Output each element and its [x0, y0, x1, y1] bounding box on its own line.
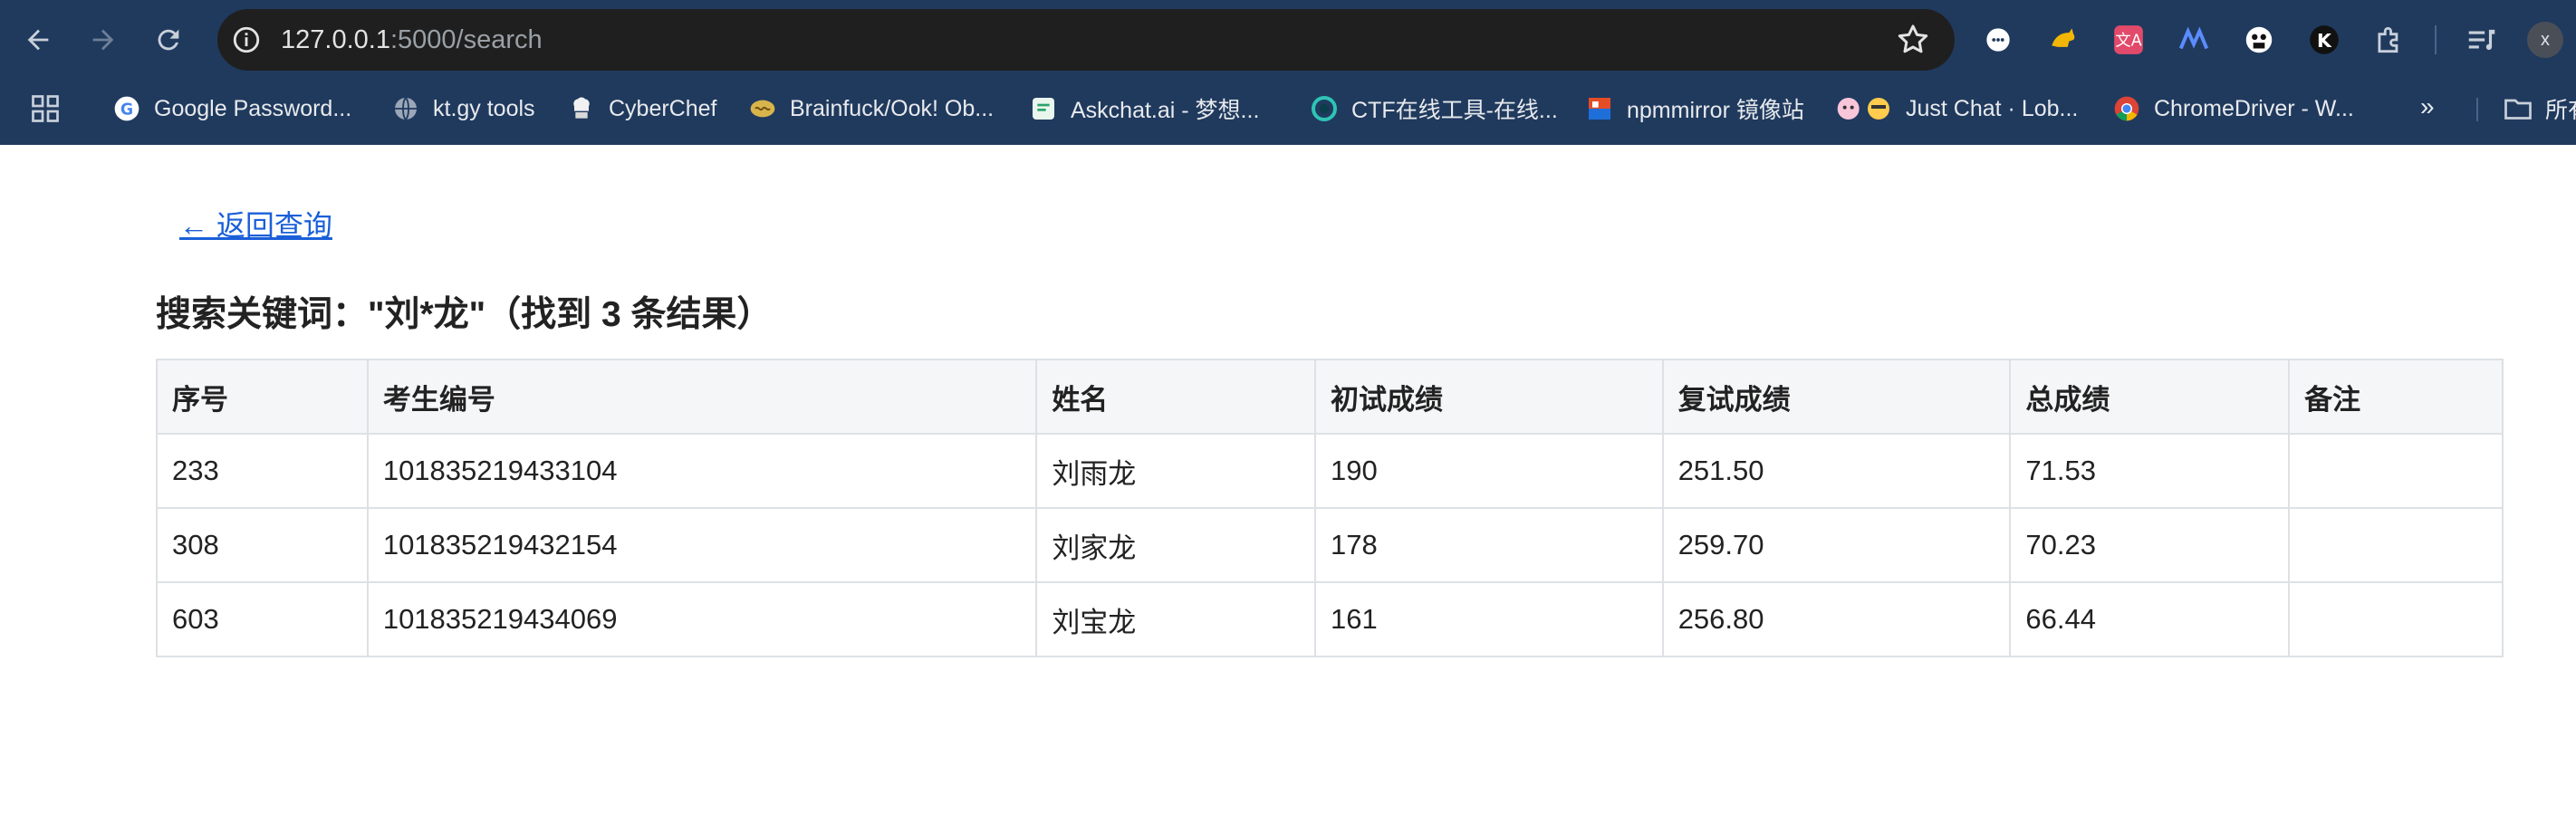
- svg-text:K: K: [2317, 30, 2332, 52]
- bookmark-label: Askchat.ai - 梦想...: [1071, 98, 1260, 123]
- cell-name: 刘家龙: [1035, 507, 1317, 583]
- folder-icon: [2502, 92, 2534, 125]
- cell-retest-score: 256.80: [1661, 581, 2012, 657]
- header-retest-score: 复试成绩: [1661, 359, 2012, 435]
- browser-toolbar: 127.0.0.1:5000/search 文A K x: [0, 0, 2576, 80]
- cell-prelim-score: 178: [1314, 507, 1664, 583]
- header-prelim-score: 初试成绩: [1314, 359, 1664, 435]
- more-bookmarks-chevron-icon[interactable]: »: [2420, 92, 2453, 125]
- table-row: 233 101835219433104 刘雨龙 190 251.50 71.53: [156, 433, 2504, 509]
- bookmarks-divider: [2476, 98, 2478, 121]
- url-host: 127.0.0.1: [281, 24, 390, 54]
- cell-candidate-id: 101835219434069: [366, 581, 1038, 657]
- cell-candidate-id: 101835219433104: [366, 433, 1038, 509]
- svg-text:G: G: [120, 101, 133, 120]
- cell-prelim-score: 190: [1314, 433, 1664, 509]
- header-candidate-id: 考生编号: [366, 359, 1038, 435]
- emoji-icon: [1835, 94, 1893, 123]
- chef-icon: [567, 94, 596, 123]
- k-extension-icon[interactable]: K: [2304, 20, 2344, 60]
- bookmark-askchat[interactable]: Askchat.ai - 梦想...: [1029, 91, 1259, 127]
- bookmark-brainfuck[interactable]: Brainfuck/Ook! Ob...: [748, 91, 994, 127]
- url-text[interactable]: 127.0.0.1:5000/search: [281, 25, 543, 55]
- browser-chrome: 127.0.0.1:5000/search 文A K x G Google Pa…: [0, 0, 2576, 145]
- reading-list-icon[interactable]: [2462, 20, 2502, 60]
- cell-remarks: [2288, 507, 2504, 583]
- cell-candidate-id: 101835219432154: [366, 507, 1038, 583]
- profile-avatar[interactable]: x: [2527, 22, 2563, 58]
- cell-index: 308: [156, 507, 369, 583]
- m-extension-icon[interactable]: [2174, 20, 2214, 60]
- header-remarks: 备注: [2288, 359, 2504, 435]
- bookmark-label: CyberChef: [609, 95, 717, 121]
- cell-retest-score: 259.70: [1661, 507, 2012, 583]
- bookmark-label: npmmirror 镜像站: [1627, 98, 1804, 123]
- cell-total-score: 70.23: [2009, 507, 2291, 583]
- folder-label: 所有: [2545, 98, 2576, 123]
- cell-index: 603: [156, 581, 369, 657]
- table-header-row: 序号 考生编号 姓名 初试成绩 复试成绩 总成绩 备注: [156, 359, 2504, 435]
- extensions-bar: 文A K x: [1978, 20, 2563, 60]
- table-row: 308 101835219432154 刘家龙 178 259.70 70.23: [156, 507, 2504, 583]
- bookmarks-bar: G Google Password... kt.gy tools CyberCh…: [0, 85, 2576, 130]
- bookmark-label: Brainfuck/Ook! Ob...: [790, 95, 995, 121]
- bookmark-label: kt.gy tools: [433, 95, 535, 121]
- puzzle-extensions-icon[interactable]: [2369, 20, 2409, 60]
- bookmark-ctf-tools[interactable]: CTF在线工具-在线...: [1310, 91, 1558, 127]
- cell-index: 233: [156, 433, 369, 509]
- site-info-icon[interactable]: [228, 22, 264, 58]
- back-arrow-icon[interactable]: [18, 20, 58, 60]
- forward-arrow-icon[interactable]: [83, 20, 123, 60]
- table-row: 603 101835219434069 刘宝龙 161 256.80 66.44: [156, 581, 2504, 657]
- address-bar[interactable]: 127.0.0.1:5000/search: [217, 9, 1955, 71]
- translate-extension-icon[interactable]: 文A: [2109, 20, 2148, 60]
- chrome-icon: [2112, 94, 2141, 123]
- all-bookmarks-folder[interactable]: 所有: [2502, 91, 2576, 127]
- cell-prelim-score: 161: [1314, 581, 1664, 657]
- ctf-icon: [1310, 94, 1339, 123]
- chat-bubble-extension-icon[interactable]: [1978, 20, 2018, 60]
- google-icon: G: [112, 94, 141, 123]
- back-to-search-link[interactable]: ← 返回查询: [179, 203, 332, 244]
- globe-icon: [391, 94, 420, 123]
- cell-name: 刘雨龙: [1035, 433, 1317, 509]
- ghost-extension-icon[interactable]: [2239, 20, 2279, 60]
- reload-icon[interactable]: [149, 20, 188, 60]
- npm-icon: [1585, 94, 1614, 123]
- cell-total-score: 71.53: [2009, 433, 2291, 509]
- brain-icon: [748, 94, 777, 123]
- page-content: ← 返回查询 搜索关键词："刘*龙"（找到 3 条结果） 序号 考生编号 姓名 …: [0, 145, 2576, 824]
- toolbar-divider: [2435, 25, 2437, 54]
- bookmark-label: ChromeDriver - W...: [2154, 95, 2354, 121]
- bookmark-chromedriver[interactable]: ChromeDriver - W...: [2112, 91, 2354, 127]
- bookmark-ktgy-tools[interactable]: kt.gy tools: [391, 91, 535, 127]
- apps-grid-icon[interactable]: [29, 92, 62, 125]
- results-table: 序号 考生编号 姓名 初试成绩 复试成绩 总成绩 备注 233 10183521…: [156, 359, 2504, 657]
- chat-icon: [1029, 94, 1058, 123]
- header-total-score: 总成绩: [2009, 359, 2291, 435]
- cell-remarks: [2288, 581, 2504, 657]
- cell-retest-score: 251.50: [1661, 433, 2012, 509]
- cell-remarks: [2288, 433, 2504, 509]
- bookmark-label: CTF在线工具-在线...: [1351, 98, 1558, 123]
- svg-text:文A: 文A: [2115, 32, 2141, 50]
- cell-total-score: 66.44: [2009, 581, 2291, 657]
- bookmark-cyberchef[interactable]: CyberChef: [567, 91, 717, 127]
- bookmark-label: Google Password...: [154, 95, 352, 121]
- header-index: 序号: [156, 359, 369, 435]
- cell-name: 刘宝龙: [1035, 581, 1317, 657]
- bookmark-npmmirror[interactable]: npmmirror 镜像站: [1585, 91, 1804, 127]
- url-path: :5000/search: [389, 24, 543, 54]
- bookmark-star-icon[interactable]: [1895, 22, 1931, 58]
- cat-extension-icon[interactable]: [2043, 20, 2083, 60]
- header-name: 姓名: [1035, 359, 1317, 435]
- bookmark-just-chat[interactable]: Just Chat · Lob...: [1835, 91, 2078, 127]
- search-result-heading: 搜索关键词："刘*龙"（找到 3 条结果）: [156, 295, 773, 334]
- bookmark-label: Just Chat · Lob...: [1906, 95, 2079, 121]
- bookmark-google-password[interactable]: G Google Password...: [112, 91, 351, 127]
